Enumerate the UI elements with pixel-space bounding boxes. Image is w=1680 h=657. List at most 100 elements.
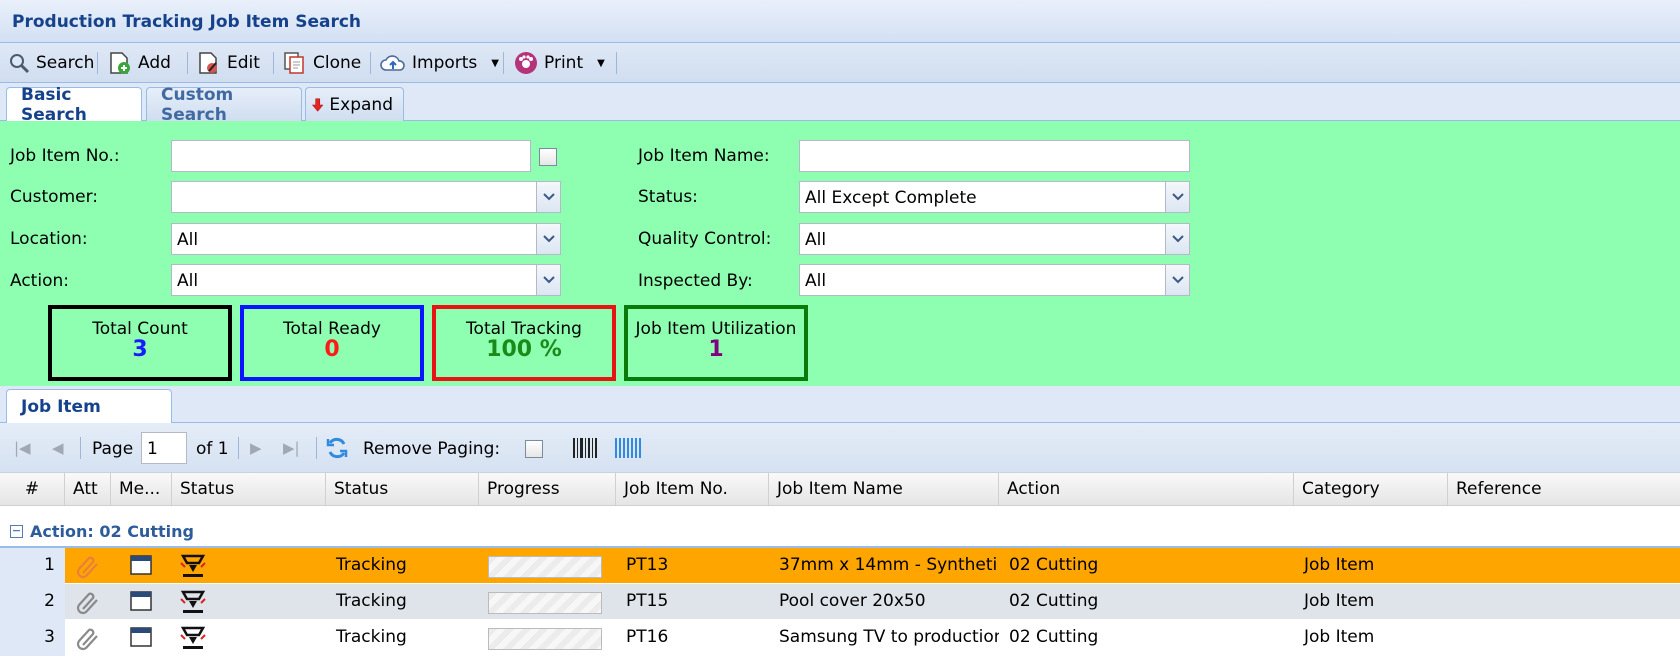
refresh-icon[interactable] <box>324 436 350 460</box>
chevron-down-icon[interactable] <box>536 182 560 212</box>
action-label: Action: <box>10 271 69 291</box>
row-category: Job Item <box>1304 627 1375 647</box>
row-job-item-name: Pool cover 20x50 <box>779 591 926 611</box>
total-tracking-box: Total Tracking 100 % <box>432 305 616 381</box>
paperclip-icon[interactable] <box>74 553 102 579</box>
action-select[interactable]: All <box>171 264 561 296</box>
chevron-down-icon[interactable] <box>536 265 560 295</box>
next-page-icon[interactable]: ▶ <box>250 439 262 457</box>
chevron-down-icon[interactable] <box>1165 265 1189 295</box>
row-reference <box>1448 548 1680 584</box>
print-dropdown-icon[interactable]: ▼ <box>597 58 605 69</box>
job-item-no-checkbox[interactable] <box>539 148 557 166</box>
col-header-memo[interactable]: Me... <box>111 473 172 506</box>
row-job-item-name: 37mm x 14mm - Syntheti... <box>779 555 999 575</box>
remove-paging-checkbox[interactable] <box>525 440 543 458</box>
chevron-down-icon[interactable] <box>1165 224 1189 254</box>
utilization-label: Job Item Utilization <box>635 319 797 339</box>
utilization-box: Job Item Utilization 1 <box>624 305 808 381</box>
chevron-down-icon[interactable] <box>536 224 560 254</box>
first-page-icon[interactable]: |◀ <box>14 439 31 457</box>
add-icon <box>110 52 130 74</box>
quality-control-label: Quality Control: <box>638 229 772 249</box>
table-row[interactable]: 2 Tracking PT15 Pool cover 20x50 02 Cutt… <box>0 584 1680 620</box>
paperclip-icon[interactable] <box>74 589 102 615</box>
col-header-job-item-no[interactable]: Job Item No. <box>616 473 769 506</box>
table-row[interactable]: 1 Tracking PT13 37mm x 14mm - Syntheti..… <box>0 548 1680 584</box>
prev-page-icon[interactable]: ◀ <box>52 439 64 457</box>
group-title: Action: 02 Cutting <box>30 522 194 541</box>
total-count-value: 3 <box>132 337 148 362</box>
customer-select[interactable] <box>171 181 561 213</box>
job-item-no-input[interactable] <box>171 140 531 172</box>
total-tracking-label: Total Tracking <box>466 319 582 339</box>
paperclip-icon[interactable] <box>74 625 102 651</box>
total-ready-box: Total Ready 0 <box>240 305 424 381</box>
row-job-item-no: PT16 <box>626 627 669 647</box>
row-status: Tracking <box>336 555 407 575</box>
tracking-status-icon <box>180 554 206 577</box>
col-header-num[interactable]: # <box>0 473 65 506</box>
row-job-item-no: PT15 <box>626 591 669 611</box>
inspected-by-select[interactable]: All <box>799 264 1190 296</box>
quality-control-select[interactable]: All <box>799 223 1190 255</box>
clone-button-label: Clone <box>313 53 362 73</box>
group-header-row[interactable]: − Action: 02 Cutting <box>0 516 1680 548</box>
paging-toolbar: |◀ ◀ Page 1 of 1 ▶ ▶| Remove Paging: <box>0 423 1680 473</box>
tab-basic-search[interactable]: Basic Search <box>6 85 142 125</box>
row-status: Tracking <box>336 627 407 647</box>
inspected-by-label: Inspected By: <box>638 271 753 291</box>
row-number: 1 <box>0 548 65 584</box>
clone-button[interactable]: Clone <box>283 50 361 76</box>
add-button[interactable]: Add <box>108 50 171 76</box>
barcode-icon[interactable] <box>572 436 598 460</box>
row-action: 02 Cutting <box>1009 591 1099 611</box>
col-header-status[interactable]: Status <box>326 473 479 506</box>
page-number-input[interactable]: 1 <box>141 432 187 464</box>
tab-job-item[interactable]: Job Item <box>6 389 172 424</box>
edit-button-label: Edit <box>227 53 260 73</box>
col-header-reference[interactable]: Reference <box>1448 473 1680 506</box>
imports-button[interactable]: Imports ▼ <box>380 50 499 76</box>
chevron-down-icon[interactable] <box>1165 182 1189 212</box>
memo-icon[interactable] <box>129 625 153 649</box>
job-item-name-input[interactable] <box>799 140 1190 172</box>
collapse-icon[interactable]: − <box>10 525 23 538</box>
edit-button[interactable]: Edit <box>197 50 260 76</box>
col-header-att[interactable]: Att <box>65 473 111 506</box>
imports-dropdown-icon[interactable]: ▼ <box>491 58 499 69</box>
barcode-blue-icon[interactable] <box>614 436 642 460</box>
imports-button-label: Imports <box>412 53 478 73</box>
edit-icon <box>199 52 217 74</box>
add-button-label: Add <box>138 53 171 73</box>
col-header-progress[interactable]: Progress <box>479 473 616 506</box>
arrow-down-icon <box>312 98 324 112</box>
row-number: 2 <box>0 584 65 620</box>
print-button[interactable]: Print ▼ <box>514 50 605 76</box>
last-page-icon[interactable]: ▶| <box>283 439 300 457</box>
memo-icon[interactable] <box>129 589 153 613</box>
status-label: Status: <box>638 187 698 207</box>
col-header-category[interactable]: Category <box>1294 473 1448 506</box>
status-select[interactable]: All Except Complete <box>799 181 1190 213</box>
total-ready-label: Total Ready <box>283 319 381 339</box>
grid-tabs: Job Item <box>0 386 1680 424</box>
location-select[interactable]: All <box>171 223 561 255</box>
col-header-job-item-name[interactable]: Job Item Name <box>769 473 999 506</box>
expand-button[interactable]: Expand <box>305 87 404 121</box>
row-reference <box>1448 620 1680 656</box>
search-tabs: Basic Search Custom Search Expand <box>0 83 1680 125</box>
col-header-status-icon[interactable]: Status <box>172 473 326 506</box>
row-category: Job Item <box>1304 591 1375 611</box>
tab-custom-search[interactable]: Custom Search <box>146 85 302 125</box>
window-title-bar: Production Tracking Job Item Search <box>0 0 1680 43</box>
window-title: Production Tracking Job Item Search <box>12 12 362 32</box>
total-count-label: Total Count <box>92 319 188 339</box>
page-count-label: of 1 <box>196 439 229 459</box>
main-toolbar: Search Add Edit Clone Imports ▼ Print ▼ <box>0 43 1680 83</box>
print-button-label: Print <box>544 53 584 73</box>
memo-icon[interactable] <box>129 553 153 577</box>
table-row[interactable]: 3 Tracking PT16 Samsung TV to production… <box>0 620 1680 656</box>
search-button[interactable]: Search <box>8 50 94 76</box>
col-header-action[interactable]: Action <box>999 473 1294 506</box>
